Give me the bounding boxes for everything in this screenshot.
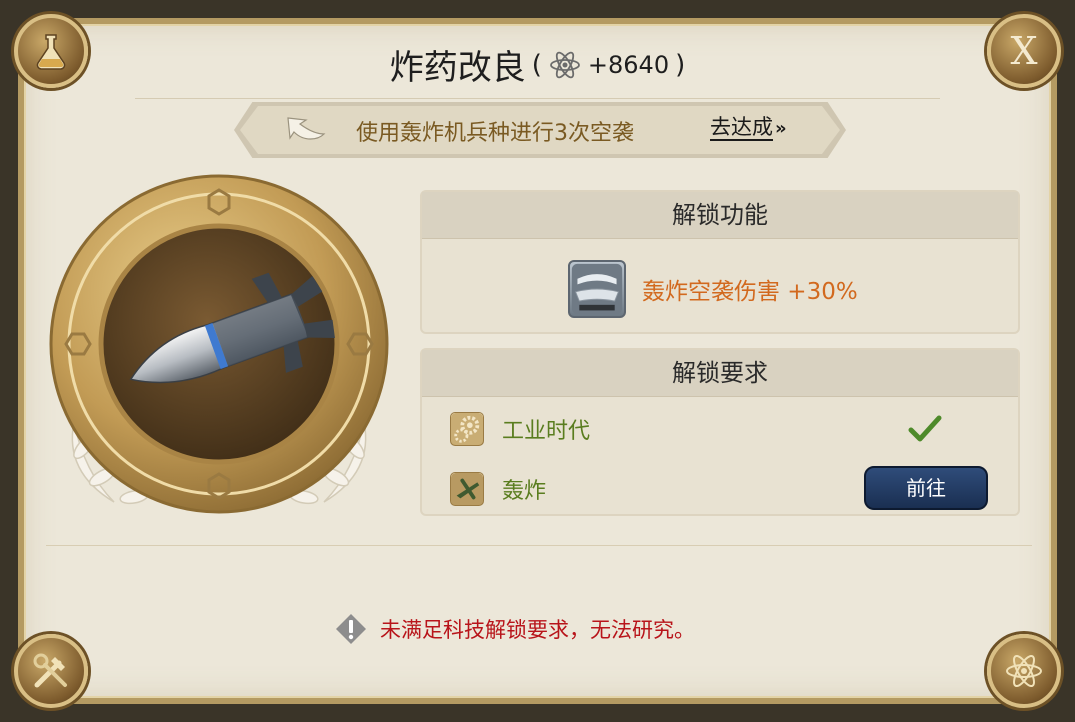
quest-arrow-icon — [287, 117, 326, 140]
quest-go-label: 去达成 — [710, 115, 773, 142]
requirement-item: 工业时代 — [450, 412, 590, 446]
atom-icon — [987, 634, 1061, 708]
double-chevron-right-icon: » — [775, 117, 787, 139]
bomber-wing-icon — [568, 260, 626, 318]
requirement-label: 工业时代 — [502, 419, 591, 444]
bomber-plane-icon — [450, 472, 484, 506]
quest-text: 使用轰炸机兵种进行3次空袭 — [356, 121, 634, 146]
warning-diamond-icon — [336, 614, 366, 644]
dialog-frame: X 炸药改良 ( +8640 ) 使用轰炸机兵种进行3次空袭 去达成 » 解锁功… — [0, 0, 1075, 722]
page-title: 炸药改良 ( +8640 ) — [0, 40, 1075, 89]
title-text: 炸药改良 — [389, 48, 526, 88]
cost-paren-open: ( — [531, 49, 542, 80]
go-button[interactable]: 前往 — [864, 466, 988, 510]
cost-paren-close: ) — [675, 49, 686, 80]
checkmark-icon — [908, 415, 942, 442]
gears-icon — [450, 412, 484, 446]
unlock-feature-panel: 解锁功能 轰炸空袭伤害 +30% — [420, 190, 1020, 334]
tech-medal — [49, 174, 389, 514]
quest-go-link[interactable]: 去达成 » — [710, 115, 787, 142]
requirement-item: 轰炸 — [450, 472, 546, 506]
divider — [135, 98, 940, 99]
feature-label: 轰炸空袭伤害 +30% — [642, 279, 858, 305]
atom-icon — [550, 51, 580, 78]
divider — [46, 545, 1032, 546]
tools-icon — [14, 634, 88, 708]
quest-banner: 使用轰炸机兵种进行3次空袭 去达成 » — [234, 102, 846, 158]
unlock-requirements-panel: 解锁要求 工业时代 轰炸 前往 — [420, 348, 1020, 516]
unlock-requirements-heading: 解锁要求 — [422, 350, 1018, 397]
feature-item: 轰炸空袭伤害 +30% — [568, 260, 858, 318]
research-cost: +8640 — [587, 50, 670, 79]
warning-message: 未满足科技解锁要求，无法研究。 — [334, 612, 695, 646]
unlock-feature-heading: 解锁功能 — [422, 192, 1018, 239]
requirement-label: 轰炸 — [502, 479, 547, 504]
warning-text: 未满足科技解锁要求，无法研究。 — [380, 618, 695, 642]
